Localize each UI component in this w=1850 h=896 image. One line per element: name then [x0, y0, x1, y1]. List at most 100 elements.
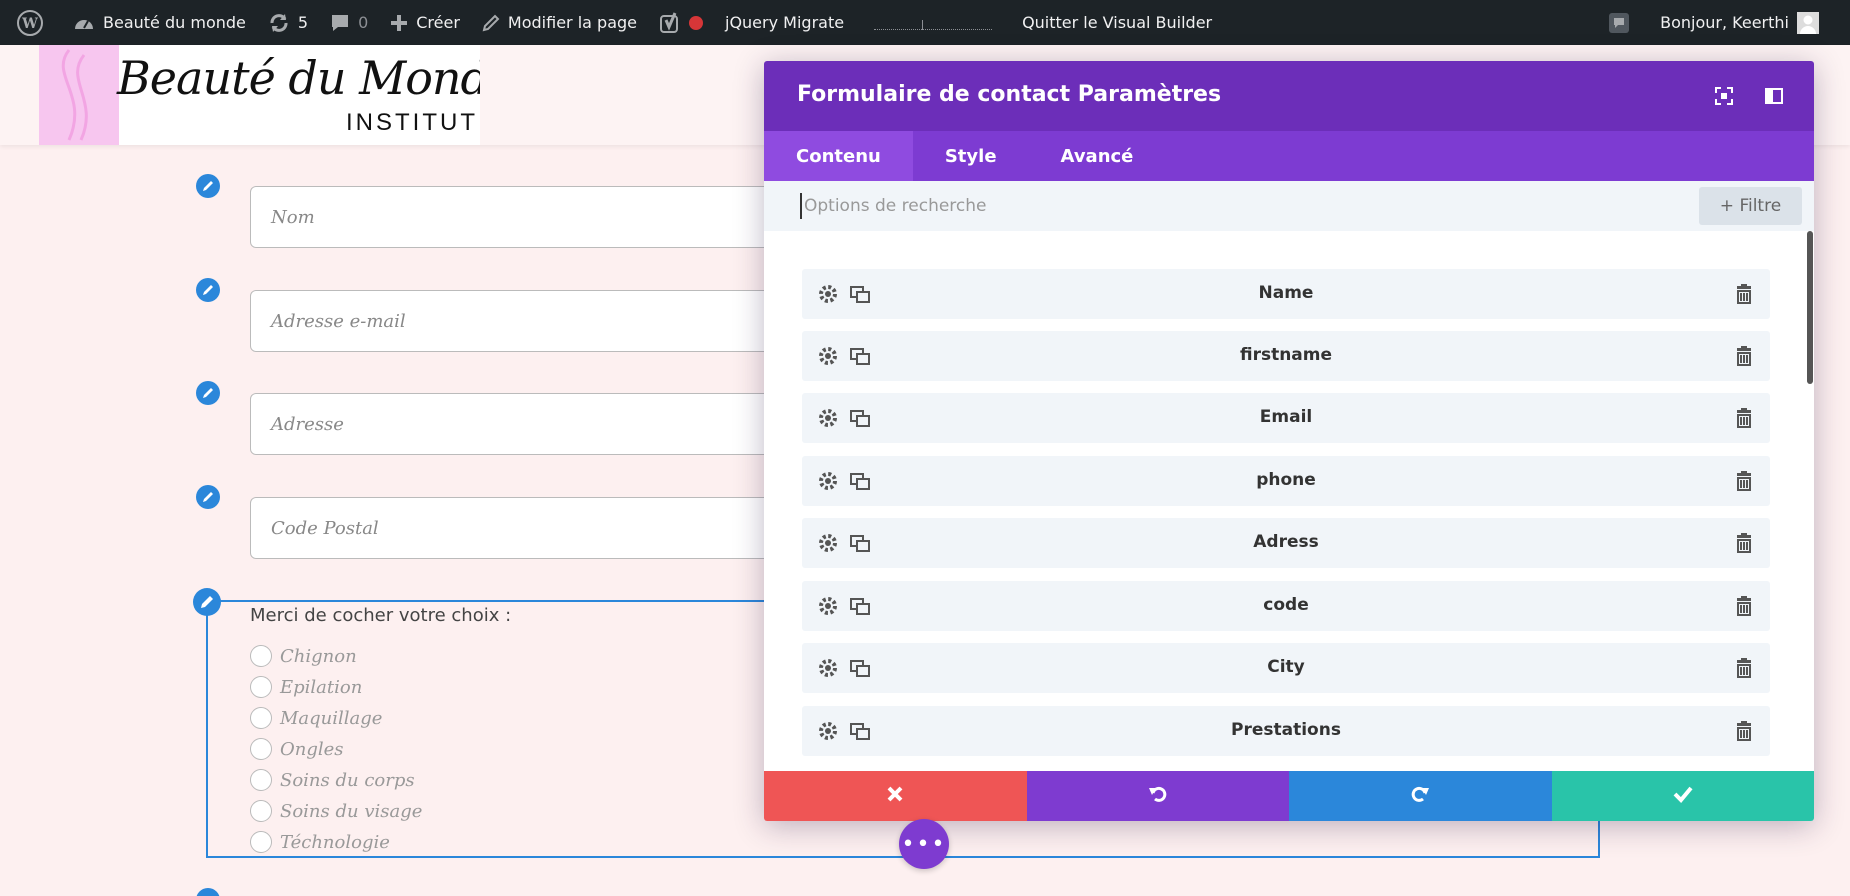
jquery-migrate-link[interactable]: jQuery Migrate [714, 0, 855, 45]
updates-link[interactable]: 5 [257, 0, 319, 45]
trash-icon[interactable] [1732, 656, 1756, 680]
seo-status-dot [689, 15, 703, 30]
exit-visual-builder-link[interactable]: Quitter le Visual Builder [1011, 0, 1223, 45]
trash-icon[interactable] [1732, 469, 1756, 493]
my-account-link[interactable]: Bonjour, Keerthi [1649, 0, 1830, 45]
tab-style[interactable]: Style [913, 131, 1029, 181]
comments-link[interactable]: 0 [319, 0, 379, 45]
edit-field-icon[interactable] [196, 278, 220, 302]
filter-button[interactable]: + Filtre [1699, 187, 1802, 225]
trash-icon[interactable] [1732, 406, 1756, 430]
field-label: phone [1256, 470, 1316, 490]
site-name-link[interactable]: Beauté du monde [62, 0, 257, 45]
close-icon [886, 785, 904, 807]
dashboard-icon [73, 13, 95, 33]
field-row-phone[interactable]: phone [802, 456, 1770, 506]
avatar [1797, 11, 1819, 34]
option-soins-du-corps[interactable]: Soins du corps [250, 767, 415, 793]
site-logo[interactable]: Beauté du Monde INSTITUT [39, 45, 480, 145]
radio-button[interactable] [250, 676, 272, 698]
logo-ornament [39, 45, 119, 145]
trash-icon[interactable] [1732, 719, 1756, 743]
option-label: Epilation [280, 676, 363, 698]
field-row-prestations[interactable]: Prestations [802, 706, 1770, 756]
option-soins-du-visage[interactable]: Soins du visage [250, 798, 422, 824]
search-bar: + Filtre [764, 181, 1814, 231]
undo-icon [1148, 784, 1168, 808]
field-row-code[interactable]: code [802, 581, 1770, 631]
radio-button[interactable] [250, 831, 272, 853]
yoast-seo-button[interactable] [648, 0, 714, 45]
new-content-link[interactable]: Créer [379, 0, 471, 45]
edit-choice-icon[interactable] [193, 588, 221, 616]
field-label: code [1263, 595, 1309, 615]
tab-contenu[interactable]: Contenu [764, 131, 913, 181]
option-label: Chignon [280, 645, 357, 667]
greeting-label: Bonjour, Keerthi [1660, 13, 1789, 32]
option-ongles[interactable]: Ongles [250, 736, 344, 762]
option-technologie[interactable]: Téchnologie [250, 829, 390, 855]
option-label: Soins du visage [280, 800, 423, 822]
wordpress-logo-button[interactable]: W [6, 0, 62, 45]
trash-icon[interactable] [1732, 282, 1756, 306]
field-row-name[interactable]: Name [802, 269, 1770, 319]
modal-header: Formulaire de contact Paramètres [764, 61, 1814, 131]
field-label: Email [1259, 407, 1313, 427]
pencil-icon [482, 14, 500, 32]
radio-button[interactable] [250, 800, 272, 822]
modal-title: Formulaire de contact Paramètres [797, 82, 1222, 107]
field-label: firstname [1239, 345, 1333, 365]
field-label: City [1267, 657, 1305, 677]
jquery-migrate-label: jQuery Migrate [725, 13, 845, 32]
updates-count: 5 [297, 13, 309, 32]
search-input[interactable] [800, 193, 1660, 219]
undo-button[interactable] [1026, 771, 1289, 821]
email-field[interactable]: Adresse e-mail [250, 290, 780, 352]
modal-tabs: Contenu Style Avancé [764, 131, 1814, 181]
field-label: Prestations [1231, 720, 1341, 740]
notes-button[interactable] [1597, 0, 1649, 45]
tab-avance[interactable]: Avancé [1029, 131, 1166, 181]
more-options-button[interactable]: ••• [899, 819, 949, 869]
option-chignon[interactable]: Chignon [250, 643, 357, 669]
edit-page-label: Modifier la page [507, 13, 637, 32]
edit-field-icon[interactable] [196, 174, 220, 198]
edit-field-icon[interactable] [196, 381, 220, 405]
cancel-button[interactable] [764, 771, 1027, 821]
edit-page-link[interactable]: Modifier la page [471, 0, 648, 45]
edit-field-icon[interactable] [196, 888, 220, 896]
option-epilation[interactable]: Epilation [250, 674, 362, 700]
field-row-email[interactable]: Email [802, 393, 1770, 443]
performance-graph-line [874, 16, 993, 30]
trash-icon[interactable] [1732, 594, 1756, 618]
checkmark-icon [1673, 785, 1693, 807]
ellipsis-icon: ••• [901, 831, 947, 857]
performance-graph [855, 0, 1011, 45]
svg-text:W: W [21, 16, 38, 32]
field-row-adress[interactable]: Adress [802, 518, 1770, 568]
fullscreen-icon[interactable] [1714, 86, 1734, 106]
save-button[interactable] [1551, 771, 1814, 821]
option-maquillage[interactable]: Maquillage [250, 705, 382, 731]
field-label: Name [1258, 283, 1314, 303]
radio-button[interactable] [250, 707, 272, 729]
modal-scrollbar[interactable] [1807, 231, 1813, 384]
trash-icon[interactable] [1732, 531, 1756, 555]
radio-button[interactable] [250, 769, 272, 791]
logo-script-text: Beauté du Monde [117, 51, 480, 105]
radio-button[interactable] [250, 645, 272, 667]
redo-button[interactable] [1289, 771, 1552, 821]
email-field-placeholder: Adresse e-mail [271, 311, 406, 332]
field-row-firstname[interactable]: firstname [802, 331, 1770, 381]
name-field-placeholder: Nom [271, 207, 315, 228]
address-field[interactable]: Adresse [250, 393, 780, 455]
postal-code-field[interactable]: Code Postal [250, 497, 780, 559]
name-field[interactable]: Nom [250, 186, 780, 248]
snap-sidebar-icon[interactable] [1764, 86, 1784, 106]
yoast-icon [659, 11, 681, 34]
radio-button[interactable] [250, 738, 272, 760]
field-row-city[interactable]: City [802, 643, 1770, 693]
edit-field-icon[interactable] [196, 485, 220, 509]
trash-icon[interactable] [1732, 344, 1756, 368]
admin-bar: W Beauté du monde 5 0 Créer Modifier la … [0, 0, 1850, 45]
